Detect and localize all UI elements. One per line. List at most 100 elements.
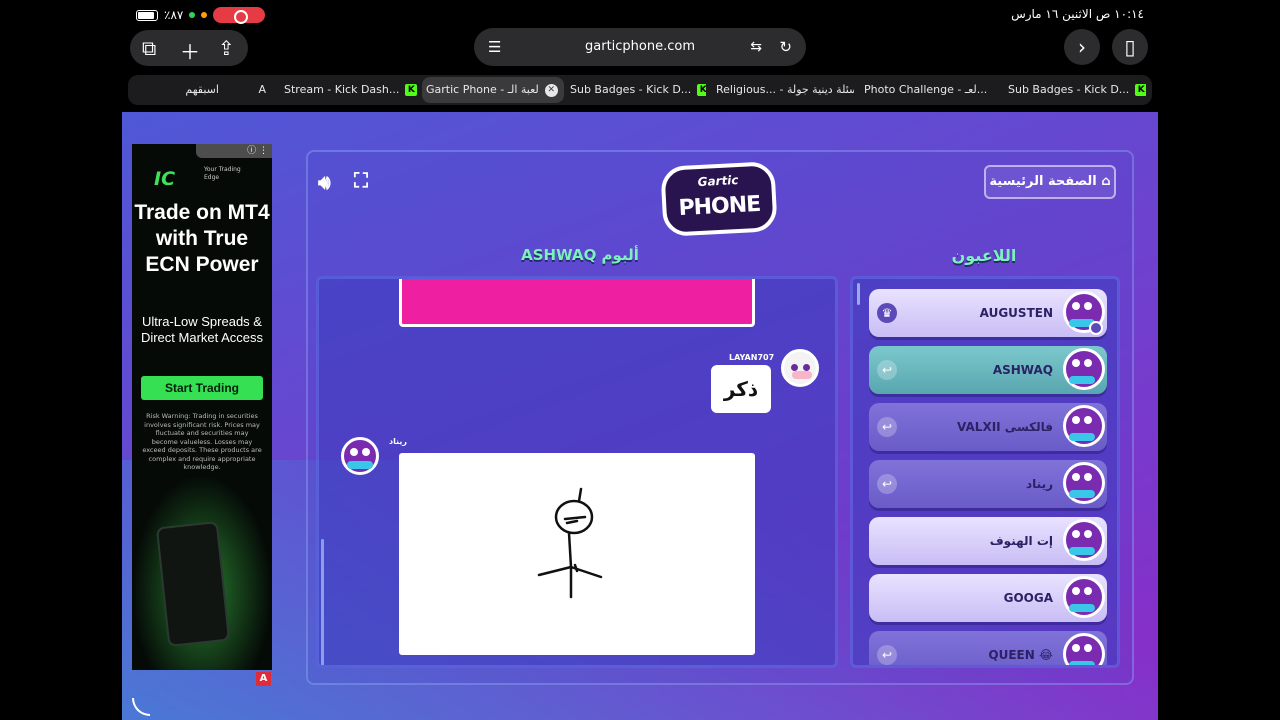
browser-toolbar: ⧉ ＋ ⇪ ☰ garticphone.com ⇆ ↻ › ▯ bbox=[128, 28, 1152, 68]
battery-icon bbox=[136, 9, 158, 21]
ad-info-icon[interactable]: ⓘ ⋮ bbox=[196, 144, 272, 158]
tab-item[interactable]: Religious... - أسئلة دينية جولة bbox=[716, 77, 854, 103]
player-name: VALXII فالكسى bbox=[957, 420, 1053, 434]
tabs-overview-icon[interactable]: ⧉ bbox=[142, 36, 156, 60]
player-name: GOOGA bbox=[1003, 591, 1053, 605]
sidebar-icon: ▯ bbox=[1124, 35, 1136, 59]
player-avatar bbox=[1063, 519, 1105, 561]
user-badge-icon bbox=[1089, 321, 1103, 335]
left-player-icon: ↩ bbox=[877, 360, 897, 380]
player-name: AUGUSTEN bbox=[979, 306, 1053, 320]
stick-figure-drawing bbox=[537, 487, 603, 599]
tab-bar: اسبقهم A Stream - Kick Dash... K Gartic P… bbox=[128, 75, 1152, 105]
player-name: ASHWAQ bbox=[992, 363, 1053, 377]
home-label: الصفحة الرئيسية bbox=[989, 174, 1097, 189]
fullscreen-icon[interactable]: ⛶ bbox=[354, 168, 368, 192]
logo-top-text: Gartic bbox=[697, 172, 739, 190]
tab-label: Sub Badges - Kick D... bbox=[570, 83, 692, 96]
player-name: QUEEN 😂 bbox=[988, 648, 1053, 662]
forward-button[interactable]: › bbox=[1064, 29, 1100, 65]
players-list[interactable]: ♛ AUGUSTEN ↩ ASHWAQ ↩ VALXII فالكسى ↩ ري… bbox=[850, 276, 1120, 668]
resize-handle-icon[interactable] bbox=[132, 698, 150, 716]
player-name: ريناد bbox=[1026, 477, 1053, 491]
tab-extra: A bbox=[258, 83, 266, 96]
left-player-icon: ↩ bbox=[877, 474, 897, 494]
crown-icon: ♛ bbox=[877, 303, 897, 323]
player-avatar bbox=[1063, 348, 1105, 390]
advertisement[interactable]: ⓘ ⋮ IC Your Trading Edge Trade on MT4 wi… bbox=[132, 144, 272, 670]
camera-indicator-icon bbox=[189, 12, 196, 18]
player-avatar bbox=[1063, 405, 1105, 447]
ad-cta-button[interactable]: Start Trading bbox=[141, 376, 263, 400]
ad-headline: Trade on MT4 with True ECN Power bbox=[134, 201, 270, 276]
kick-icon: K bbox=[697, 84, 706, 96]
player-row[interactable]: ↩ VALXII فالكسى bbox=[869, 403, 1107, 451]
drawing-card bbox=[399, 453, 755, 655]
tab-label: Stream - Kick Dash... bbox=[284, 83, 400, 96]
sidebar-button[interactable]: ▯ bbox=[1112, 29, 1148, 65]
screen-record-icon[interactable] bbox=[213, 7, 266, 24]
ad-tagline: Your Trading Edge bbox=[204, 166, 241, 181]
ad-phone-image bbox=[155, 521, 231, 647]
tab-item[interactable]: Sub Badges - Kick D... K bbox=[1008, 77, 1146, 103]
player-row[interactable]: ♛ AUGUSTEN bbox=[869, 289, 1107, 337]
tab-item[interactable]: اسبقهم A bbox=[136, 77, 276, 103]
battery-percent: ٪٨٧ bbox=[164, 8, 184, 22]
tab-active[interactable]: Gartic Phone - لعبة الـ ✕ bbox=[422, 77, 564, 103]
ad-subtext: Ultra-Low Spreads & Direct Market Access bbox=[140, 314, 264, 345]
player-row[interactable]: ↩ ASHWAQ bbox=[869, 346, 1107, 394]
message-username: LAYAN707 bbox=[729, 353, 775, 362]
avatar bbox=[781, 349, 819, 387]
new-tab-icon[interactable]: ＋ bbox=[180, 36, 200, 65]
player-avatar bbox=[1063, 633, 1105, 665]
drawing-card-previous bbox=[399, 279, 755, 327]
status-time: ١٠:١٤ ص الاثنين ١٦ مارس bbox=[1011, 7, 1144, 21]
mic-indicator-icon bbox=[201, 12, 208, 18]
player-avatar bbox=[1063, 462, 1105, 504]
chevron-right-icon: › bbox=[1078, 35, 1086, 59]
sound-icon[interactable]: 🔊︎ bbox=[318, 170, 331, 194]
album-scrollbar[interactable] bbox=[321, 539, 324, 665]
ad-brand: IC bbox=[154, 168, 176, 190]
album-title: ألبوم ASHWAQ bbox=[521, 246, 639, 264]
kick-icon: K bbox=[1135, 84, 1146, 96]
players-title: اللاعبون bbox=[951, 246, 1017, 265]
share-icon[interactable]: ⇪ bbox=[218, 36, 235, 60]
player-avatar bbox=[1063, 576, 1105, 618]
tab-item[interactable]: Photo Challenge - لعـ... bbox=[864, 77, 1000, 103]
player-row[interactable]: إت الهنوف bbox=[869, 517, 1107, 565]
toolbar-left-group: ⧉ ＋ ⇪ bbox=[130, 30, 248, 66]
translate-icon[interactable]: ⇆ bbox=[750, 28, 762, 66]
tab-label: اسبقهم bbox=[185, 83, 219, 96]
home-icon: ⌂ bbox=[1096, 174, 1111, 189]
close-tab-icon[interactable]: ✕ bbox=[544, 83, 558, 97]
home-button[interactable]: ⌂ الصفحة الرئيسية bbox=[984, 165, 1116, 199]
ad-risk-warning: Risk Warning: Trading in securities invo… bbox=[142, 412, 262, 471]
left-player-icon: ↩ bbox=[877, 417, 897, 437]
page-menu-icon[interactable]: ☰ bbox=[488, 28, 501, 66]
status-bar: ٪٨٧ ١٠:١٤ ص الاثنين ١٦ مارس bbox=[0, 0, 1280, 28]
tab-label: Gartic Phone - لعبة الـ bbox=[426, 83, 539, 96]
game-viewport: ⓘ ⋮ IC Your Trading Edge Trade on MT4 wi… bbox=[122, 112, 1158, 720]
address-bar[interactable]: ☰ garticphone.com ⇆ ↻ bbox=[474, 28, 806, 66]
message-username: ريناد bbox=[389, 437, 407, 446]
player-row[interactable]: GOOGA bbox=[869, 574, 1107, 622]
player-row[interactable]: ↩ ريناد bbox=[869, 460, 1107, 508]
player-row[interactable]: ↩ QUEEN 😂 bbox=[869, 631, 1107, 665]
left-player-icon: ↩ bbox=[877, 645, 897, 665]
tab-label: Sub Badges - Kick D... bbox=[1008, 83, 1130, 96]
tab-item[interactable]: Stream - Kick Dash... K bbox=[284, 77, 420, 103]
tab-item[interactable]: Sub Badges - Kick D... K bbox=[570, 77, 706, 103]
adchoices-icon[interactable]: A bbox=[256, 672, 271, 686]
status-left: ٪٨٧ bbox=[136, 7, 266, 24]
logo-main-text: PHONE bbox=[677, 191, 761, 222]
guess-bubble: ذكر bbox=[711, 365, 771, 413]
players-scrollbar[interactable] bbox=[857, 283, 860, 305]
url-text: garticphone.com bbox=[585, 39, 695, 54]
kick-icon: K bbox=[405, 84, 418, 96]
album-feed[interactable]: LAYAN707 ذكر ريناد bbox=[316, 276, 838, 668]
tab-label: Religious... - أسئلة دينية جولة bbox=[716, 83, 854, 96]
player-name: إت الهنوف bbox=[989, 534, 1053, 548]
avatar bbox=[341, 437, 379, 475]
reload-icon[interactable]: ↻ bbox=[779, 28, 792, 66]
